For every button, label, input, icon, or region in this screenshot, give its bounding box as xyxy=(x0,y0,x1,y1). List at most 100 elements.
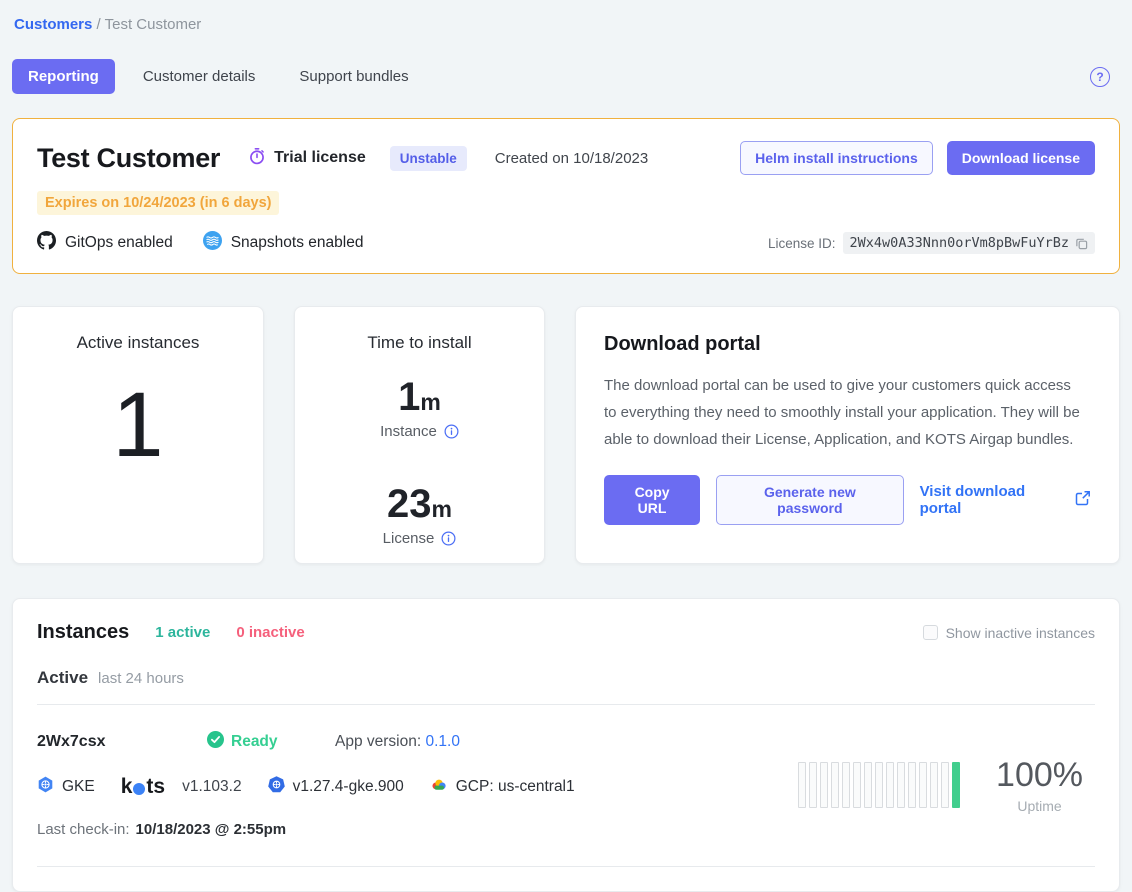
trial-timer-icon xyxy=(248,147,266,170)
tab-support-bundles[interactable]: Support bundles xyxy=(283,59,424,94)
expires-badge: Expires on 10/24/2023 (in 6 days) xyxy=(37,191,279,215)
uptime-bar xyxy=(842,762,850,808)
app-version: App version: 0.1.0 xyxy=(335,733,460,751)
time-to-install-title: Time to install xyxy=(295,333,544,353)
instance-install-time: 1 xyxy=(398,375,420,419)
uptime-bar xyxy=(919,762,927,808)
snapshots-label: Snapshots enabled xyxy=(231,234,364,252)
breadcrumb: Customers / Test Customer xyxy=(14,16,1120,33)
helm-install-instructions-button[interactable]: Helm install instructions xyxy=(740,141,933,175)
github-icon xyxy=(37,231,56,255)
last-checkin-value: 10/18/2023 @ 2:55pm xyxy=(136,821,287,838)
snapshots-icon xyxy=(203,231,222,255)
license-type-label: Trial license xyxy=(274,149,366,167)
help-icon[interactable]: ? xyxy=(1090,67,1110,87)
uptime-value: 100% xyxy=(996,756,1083,795)
kots-version: kts v1.103.2 xyxy=(121,775,242,799)
uptime-bar xyxy=(798,762,806,808)
license-install-time: 23 xyxy=(387,482,432,526)
uptime-bar xyxy=(952,762,960,808)
breadcrumb-separator: / xyxy=(97,16,101,33)
app-version-value[interactable]: 0.1.0 xyxy=(425,733,459,750)
license-install-label: License xyxy=(383,530,435,547)
download-portal-description: The download portal can be used to give … xyxy=(604,372,1084,453)
snapshots-status: Snapshots enabled xyxy=(203,231,364,255)
uptime-bars xyxy=(798,762,960,808)
license-install-unit: m xyxy=(432,496,452,522)
active-instances-value: 1 xyxy=(13,379,263,471)
instance-row[interactable]: 2Wx7csx Ready App version: 0.1.0 GKE xyxy=(37,705,1095,838)
cloud-region: GCP: us-central1 xyxy=(430,776,575,799)
instances-title: Instances xyxy=(37,621,129,644)
active-instances-card: Active instances 1 xyxy=(12,306,264,564)
channel-badge: Unstable xyxy=(390,146,467,171)
uptime-bar xyxy=(809,762,817,808)
cloud-region-value: GCP: us-central1 xyxy=(456,778,575,796)
instance-status-label: Ready xyxy=(231,733,278,751)
distribution-label: GKE xyxy=(62,778,95,796)
check-circle-icon xyxy=(207,731,224,753)
kots-logo-ts: ts xyxy=(146,775,165,799)
generate-new-password-button[interactable]: Generate new password xyxy=(716,475,903,525)
inactive-count[interactable]: 0 inactive xyxy=(236,624,304,641)
license-info-icon[interactable] xyxy=(441,531,456,546)
app-version-label: App version: xyxy=(335,733,425,750)
download-portal-title: Download portal xyxy=(604,333,1091,356)
uptime-label: Uptime xyxy=(996,798,1083,814)
k8s-version: v1.27.4-gke.900 xyxy=(268,776,404,798)
instance-install-label: Instance xyxy=(380,423,437,440)
uptime-bar xyxy=(853,762,861,808)
license-id-value: 2Wx4w0A33Nnn0orVm8pBwFuYrBz xyxy=(850,235,1069,251)
breadcrumb-customers-link[interactable]: Customers xyxy=(14,16,92,33)
tab-reporting[interactable]: Reporting xyxy=(12,59,115,94)
instance-info-icon[interactable] xyxy=(444,424,459,439)
gke-icon xyxy=(37,776,54,798)
kots-logo-k: k xyxy=(121,775,133,799)
active-section-range: last 24 hours xyxy=(98,670,184,687)
instances-panel: Instances 1 active 0 inactive Show inact… xyxy=(12,598,1120,892)
time-to-install-card: Time to install 1m Instance 23m License xyxy=(294,306,545,564)
license-id-row: License ID: 2Wx4w0A33Nnn0orVm8pBwFuYrBz xyxy=(768,232,1095,254)
uptime-bar xyxy=(875,762,883,808)
uptime-summary: 100% Uptime xyxy=(996,756,1083,814)
active-instances-title: Active instances xyxy=(13,333,263,353)
kots-logo-o-dot xyxy=(133,783,145,795)
kots-version-value: v1.103.2 xyxy=(182,778,241,796)
gitops-status: GitOps enabled xyxy=(37,231,173,255)
copy-url-button[interactable]: Copy URL xyxy=(604,475,700,525)
gitops-label: GitOps enabled xyxy=(65,234,173,252)
visit-download-portal-link[interactable]: Visit download portal xyxy=(920,483,1091,517)
instance-install-unit: m xyxy=(420,389,440,415)
distribution: GKE xyxy=(37,776,95,798)
copy-icon[interactable] xyxy=(1075,237,1088,250)
instance-status: Ready xyxy=(207,731,335,753)
instance-id: 2Wx7csx xyxy=(37,733,207,751)
download-license-button[interactable]: Download license xyxy=(947,141,1095,175)
show-inactive-label: Show inactive instances xyxy=(946,625,1095,641)
metrics-row: Active instances 1 Time to install 1m In… xyxy=(12,306,1120,564)
gcp-icon xyxy=(430,776,448,799)
k8s-version-value: v1.27.4-gke.900 xyxy=(293,778,404,796)
active-count[interactable]: 1 active xyxy=(155,624,210,641)
last-checkin-label: Last check-in: xyxy=(37,821,130,838)
uptime-bar xyxy=(897,762,905,808)
license-id-label: License ID: xyxy=(768,236,836,251)
active-section-label: Active xyxy=(37,668,88,688)
divider xyxy=(37,866,1095,867)
show-inactive-checkbox[interactable] xyxy=(923,625,938,640)
tab-bar: Reporting Customer details Support bundl… xyxy=(12,59,1120,94)
external-link-icon xyxy=(1075,490,1091,510)
last-checkin: Last check-in: 10/18/2023 @ 2:55pm xyxy=(37,821,798,838)
kubernetes-icon xyxy=(268,776,285,798)
license-type: Trial license xyxy=(248,147,366,170)
uptime-bar xyxy=(831,762,839,808)
uptime-bar xyxy=(886,762,894,808)
created-date: Created on 10/18/2023 xyxy=(495,150,648,167)
uptime-bar xyxy=(930,762,938,808)
show-inactive-toggle: Show inactive instances xyxy=(923,625,1095,641)
customer-name: Test Customer xyxy=(37,143,220,174)
uptime-bar xyxy=(908,762,916,808)
tab-customer-details[interactable]: Customer details xyxy=(127,59,272,94)
download-portal-card: Download portal The download portal can … xyxy=(575,306,1120,564)
visit-download-portal-label: Visit download portal xyxy=(920,483,1067,517)
